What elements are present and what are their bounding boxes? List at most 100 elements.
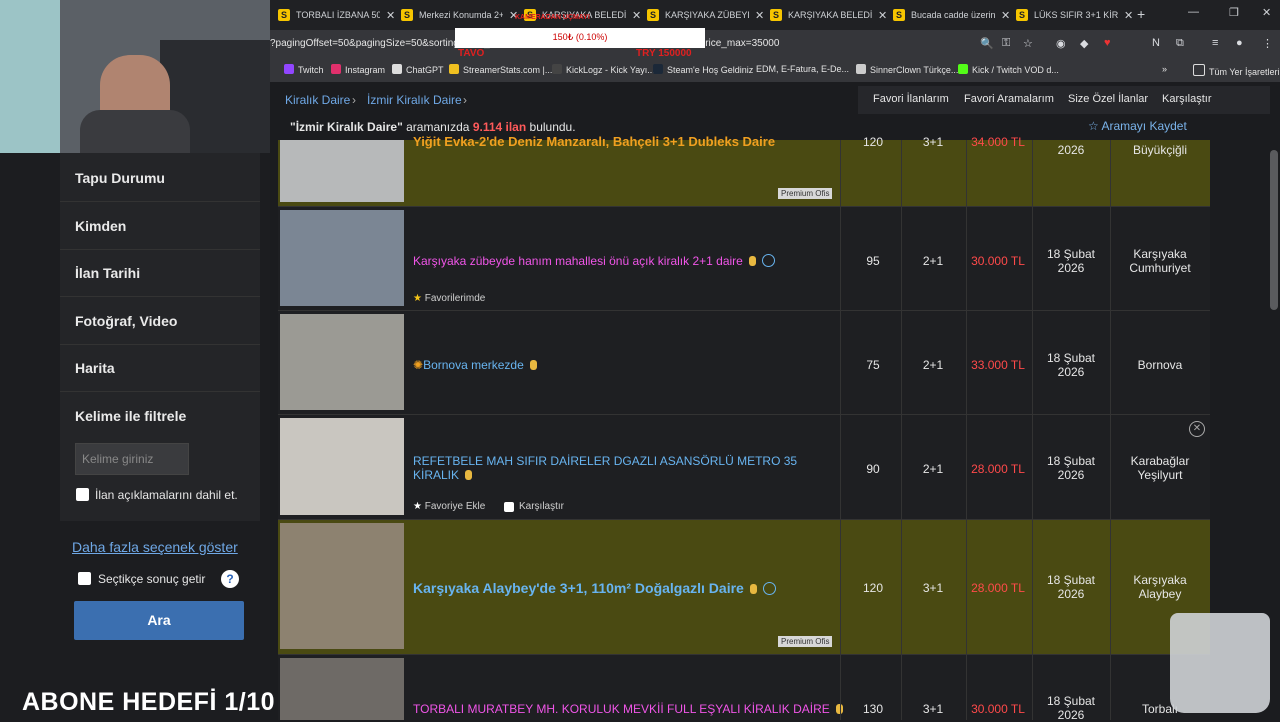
- extension-icon[interactable]: ♥: [1104, 37, 1111, 49]
- compare-link[interactable]: Karşılaştır: [1162, 93, 1212, 105]
- site-favicon-icon: S: [1016, 9, 1028, 21]
- extension-icon[interactable]: N: [1152, 37, 1160, 49]
- listing-rooms: 3+1: [922, 702, 944, 716]
- keyword-input[interactable]: Kelime giriniz: [75, 443, 189, 475]
- bookmark-item[interactable]: StreamerStats.com |...: [449, 64, 552, 75]
- divider: [60, 201, 260, 202]
- listing-title[interactable]: Karşıyaka zübeyde hanım mahallesi önü aç…: [413, 254, 775, 268]
- extension-icon[interactable]: ◆: [1080, 37, 1088, 50]
- puzzle-icon[interactable]: ⧉: [1176, 37, 1184, 50]
- filter-map[interactable]: Harita: [75, 360, 115, 376]
- key-icon[interactable]: ⚿: [1002, 37, 1010, 50]
- filter-title-deed[interactable]: Tapu Durumu: [75, 170, 165, 186]
- menu-icon[interactable]: ≡: [1212, 37, 1218, 49]
- filter-photo-video[interactable]: Fotoğraf, Video: [75, 313, 177, 329]
- listing-date: 18 Şubat: [1046, 573, 1096, 587]
- curtain: [0, 0, 60, 153]
- folder-icon: [1193, 64, 1205, 76]
- more-options-link[interactable]: Daha fazla seçenek göster: [72, 539, 238, 555]
- listing-title[interactable]: TORBALI MURATBEY MH. KORULUK MEVKİİ FULL…: [413, 702, 843, 716]
- site-favicon-icon: S: [770, 9, 782, 21]
- listing-location: Bornova: [1137, 358, 1183, 372]
- mic-icon: [465, 470, 473, 480]
- listing-title[interactable]: REFETBELE MAH SIFIR DAİRELER DGAZLI ASAN…: [413, 454, 797, 482]
- listing-location: Karşıyaka: [1133, 573, 1187, 587]
- listing-row[interactable]: ✺Bornova merkezde 75 2+1 33.000 TL 18 Şu…: [278, 311, 1210, 415]
- maximize-icon[interactable]: ❐: [1229, 6, 1239, 19]
- save-search-button[interactable]: ☆ Aramayı Kaydet: [1088, 119, 1187, 133]
- bookmark-item[interactable]: SinnerClown Türkçe...: [856, 64, 958, 75]
- fav-searches-link[interactable]: Favori Aramalarım: [964, 93, 1054, 105]
- listing-row[interactable]: Karşıyaka Alaybey'de 3+1, 110m² Doğalgaz…: [278, 520, 1210, 655]
- breadcrumb-item[interactable]: İzmir Kiralık Daire: [367, 93, 462, 107]
- listing-row[interactable]: TORBALI MURATBEY MH. KORULUK MEVKİİ FULL…: [278, 655, 1210, 722]
- special-listings-link[interactable]: Size Özel İlanlar: [1068, 93, 1148, 105]
- zoom-icon[interactable]: 🔍: [980, 37, 994, 50]
- bookmark-item[interactable]: Steam'e Hoş Geldiniz: [653, 64, 753, 75]
- listing-photo[interactable]: [280, 140, 404, 202]
- site-favicon-icon: S: [401, 9, 413, 21]
- listing-photo[interactable]: [280, 314, 404, 410]
- more-icon[interactable]: ⋮: [1262, 37, 1273, 50]
- bookmark-item[interactable]: Twitch: [284, 64, 324, 75]
- listing-size: 95: [866, 254, 880, 268]
- listing-row[interactable]: Yiğit Evka-2'de Deniz Manzaralı, Bahçeli…: [278, 134, 1210, 207]
- favorite-toggle[interactable]: ★ Favorilerimde: [413, 293, 485, 304]
- close-icon[interactable]: ✕: [386, 9, 395, 22]
- filter-from-whom[interactable]: Kimden: [75, 218, 126, 234]
- close-icon[interactable]: ✕: [1124, 9, 1133, 22]
- listing-title[interactable]: Karşıyaka Alaybey'de 3+1, 110m² Doğalgaz…: [413, 580, 776, 596]
- new-tab-icon[interactable]: +: [1137, 6, 1145, 22]
- fav-listings-link[interactable]: Favori İlanlarım: [873, 93, 949, 105]
- browser-tab[interactable]: SKARŞIYAKA ZÜBEYDE✕: [647, 4, 765, 26]
- twitch-icon: [284, 64, 294, 74]
- listing-photo[interactable]: [280, 210, 404, 306]
- listing-title[interactable]: Yiğit Evka-2'de Deniz Manzaralı, Bahçeli…: [413, 134, 775, 149]
- close-icon[interactable]: ✕: [878, 9, 887, 22]
- glass-cup-overlay: [1170, 613, 1270, 713]
- close-icon[interactable]: ✕: [632, 9, 641, 22]
- listing-neighborhood: Yeşilyurt: [1137, 468, 1183, 482]
- browser-tab[interactable]: SKARŞIYAKA BELEDİYE✕: [770, 4, 888, 26]
- close-circle-icon[interactable]: ✕: [1189, 421, 1205, 437]
- close-icon[interactable]: ✕: [1001, 9, 1010, 22]
- browser-tab[interactable]: S TORBALI İZBANA 50N ✕: [278, 4, 396, 26]
- breadcrumb-item[interactable]: Kiralık Daire: [285, 93, 350, 107]
- minimize-icon[interactable]: —: [1188, 6, 1199, 18]
- listing-rooms: 2+1: [922, 254, 944, 268]
- favorite-toggle[interactable]: ★ Favoriye Ekle: [413, 501, 485, 512]
- scrollbar-thumb[interactable]: [1270, 150, 1278, 310]
- bookmark-star-icon[interactable]: ☆: [1023, 37, 1033, 50]
- bookmark-item[interactable]: Instagram: [331, 64, 385, 75]
- close-icon[interactable]: ✕: [755, 9, 764, 22]
- listing-row[interactable]: REFETBELE MAH SIFIR DAİRELER DGAZLI ASAN…: [278, 415, 1210, 520]
- listing-location: Karşıyaka: [1133, 247, 1187, 261]
- listing-photo[interactable]: [280, 418, 404, 515]
- bookmarks-more-icon[interactable]: »: [1162, 64, 1167, 74]
- listing-neighborhood: Alaybey: [1138, 587, 1182, 601]
- browser-tab[interactable]: S LÜKS SIFIR 3+1 KİRA ✕: [1016, 4, 1134, 26]
- overlay-label: KAMERADAN UÇMAYI: [515, 14, 590, 21]
- listing-date: 18 Şubat: [1046, 247, 1096, 261]
- window-close-icon[interactable]: ✕: [1262, 6, 1271, 19]
- listing-photo[interactable]: [280, 523, 404, 649]
- browser-tab[interactable]: S Bucada cadde üzerin ✕: [893, 4, 1011, 26]
- all-bookmarks-folder[interactable]: Tüm Yer İşaretleri: [1193, 64, 1280, 77]
- listing-size: 120: [862, 581, 884, 595]
- browser-tab[interactable]: S Merkezi Konumda 2+ ✕: [401, 4, 519, 26]
- include-description-checkbox[interactable]: [76, 488, 89, 501]
- bookmark-item[interactable]: Kick / Twitch VOD d...: [958, 64, 1059, 75]
- bookmark-item[interactable]: EDM, E-Fatura, E-De...: [756, 64, 849, 74]
- extension-icon[interactable]: ◉: [1056, 37, 1066, 50]
- listing-photo[interactable]: [280, 658, 404, 720]
- search-button[interactable]: Ara: [74, 601, 244, 640]
- filter-listing-date[interactable]: İlan Tarihi: [75, 265, 140, 281]
- auto-results-checkbox[interactable]: [78, 572, 91, 585]
- bookmark-item[interactable]: ChatGPT: [392, 64, 444, 75]
- listing-row[interactable]: Karşıyaka zübeyde hanım mahallesi önü aç…: [278, 207, 1210, 311]
- listing-title[interactable]: ✺Bornova merkezde: [413, 358, 537, 372]
- help-icon[interactable]: ?: [221, 570, 239, 588]
- bookmark-item[interactable]: KickLogz - Kick Yayı...: [552, 64, 655, 75]
- compare-checkbox[interactable]: [504, 502, 514, 512]
- profile-icon[interactable]: ●: [1236, 37, 1243, 49]
